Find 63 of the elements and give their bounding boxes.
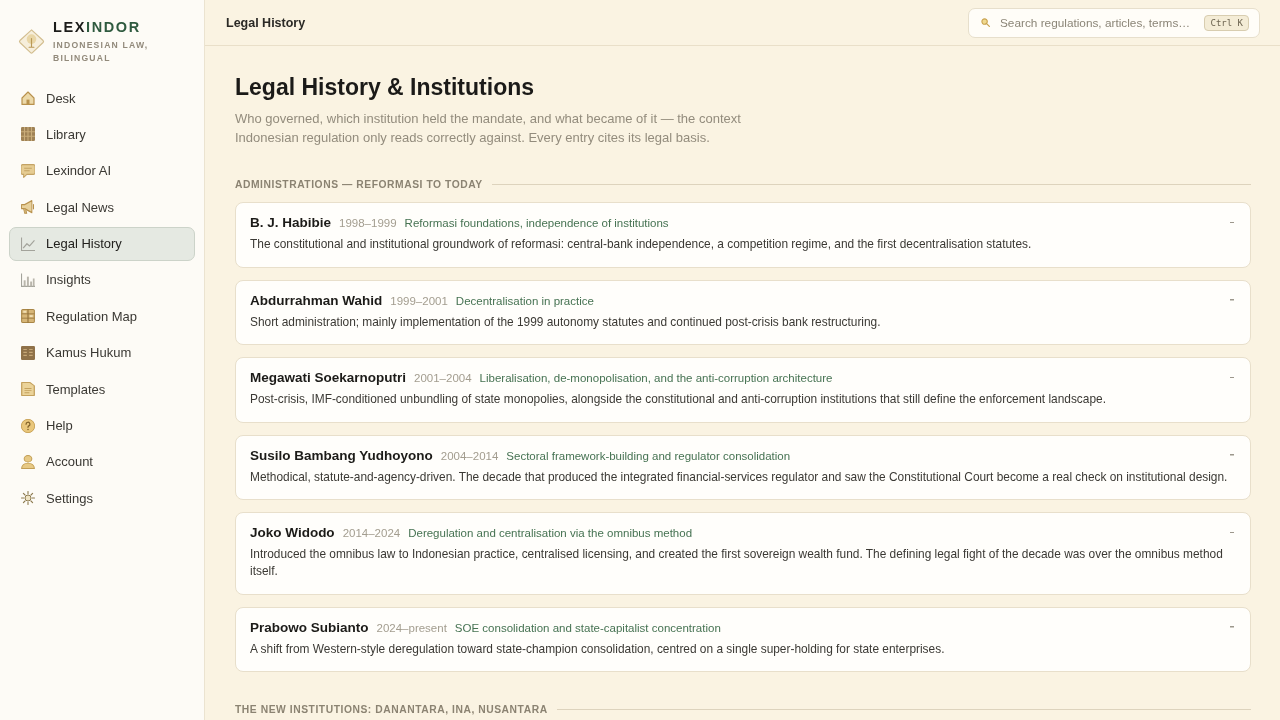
president-name: Abdurrahman Wahid: [250, 292, 383, 308]
sidebar-item[interactable]: Legal History: [9, 226, 195, 261]
administration-summary: Post-crisis, IMF-conditioned unbundling of state monopolies, alongside the constitutional and anti-corruption institutions that still define the enforcement landscape.: [250, 391, 1107, 408]
president-name: Prabowo Subianto: [250, 619, 369, 635]
dash-icon: [1230, 626, 1234, 628]
year-range: 2004–2014: [440, 449, 499, 462]
brand-tagline: INDONESIAN LAW, BILINGUAL: [53, 38, 150, 65]
sidebar-item[interactable]: Kamus Hukum: [9, 335, 195, 370]
sidebar-item[interactable]: Account: [9, 444, 195, 479]
administration-theme: Sectoral framework-building and regulator consolidation: [506, 449, 792, 462]
president-name: Joko Widodo: [250, 525, 335, 540]
person-icon: [21, 454, 35, 469]
sidebar-item[interactable]: Lexindor AI: [9, 153, 195, 188]
dictionary-icon: [21, 345, 35, 360]
settings-icon: [21, 491, 35, 506]
president-name: Megawati Soekarnoputri: [250, 370, 407, 385]
administration-summary: The constitutional and institutional groundwork of reformasi: central-bank independence, a competition regime, and the first decentralisation statutes.: [250, 236, 1033, 253]
dash-icon: [1230, 454, 1234, 456]
dash-icon: [1230, 221, 1234, 224]
sidebar-item[interactable]: Legal News: [9, 190, 195, 225]
sidebar-item[interactable]: Regulation Map: [9, 299, 195, 334]
dash-icon: [1230, 376, 1234, 379]
administration-theme: Decentralisation in practice: [455, 294, 595, 307]
grid-map-icon: [21, 309, 35, 324]
sidebar-item[interactable]: Templates: [9, 372, 195, 407]
line-chart-icon: [21, 236, 35, 251]
president-name: B. J. Habibie: [250, 215, 332, 230]
administration-theme: Reformasi foundations, independence of institutions: [404, 217, 670, 229]
megaphone-icon: [21, 200, 35, 215]
section-heading: THE NEW INSTITUTIONS: DANANTARA, INA, NUSANTARA: [235, 704, 548, 715]
president-name: Susilo Bambang Yudhoyono: [250, 447, 433, 463]
sidebar-item[interactable]: Help: [9, 408, 195, 443]
bookshelf-icon: [21, 127, 35, 142]
brand-name: LEX INDOR: [53, 18, 142, 35]
year-range: 2014–2024: [342, 527, 401, 539]
document-icon: [21, 382, 35, 397]
search-icon: [981, 18, 990, 27]
dash-icon: [1230, 531, 1234, 534]
year-range: 1999–2001: [390, 294, 448, 307]
administration-summary: Methodical, statute-and-agency-driven. The decade that produced the integrated financial-services regulator and saw the Constitutional Court become a real check on institutional design.: [250, 468, 1229, 486]
section-heading: ADMINISTRATIONS — REFORMASI TO TODAY: [235, 179, 483, 190]
sidebar-item[interactable]: Insights: [9, 262, 195, 297]
administration-summary: A shift from Western-style deregulation toward state-champion consolidation, centred on a single super-holding for state enterprises.: [250, 640, 946, 658]
administration-summary: Short administration; mainly implementation of the 1999 autonomy statutes and continued post-crisis bank restructuring.: [250, 313, 882, 331]
bar-chart-icon: [21, 272, 35, 287]
administration-theme: Deregulation and centralisation via the omnibus method: [408, 527, 694, 539]
page-intro: Who governed, which institution held the mandate, and what became of it — the context Indonesian regulation only reads correctly against. Every entry cites its legal basis.: [235, 110, 742, 147]
administration-theme: Liberalisation, de-monopolisation, and the anti-corruption architecture: [479, 372, 834, 384]
administration-summary: Introduced the omnibus law to Indonesian practice, centralised licensing, and created the first sovereign wealth fund. The defining legal fight of the decade was over the omnibus method itself.: [250, 546, 1224, 580]
diamond-tree-logo-icon: [18, 28, 45, 55]
sidebar-item[interactable]: Settings: [9, 481, 195, 516]
speech-bubble-icon: [21, 163, 35, 178]
year-range: 2001–2004: [414, 372, 472, 384]
page-breadcrumb-title: Legal History: [226, 15, 306, 30]
administration-theme: SOE consolidation and state-capitalist concentration: [454, 621, 722, 634]
sidebar-item[interactable]: Desk: [9, 81, 195, 115]
year-range: 2024–present: [376, 621, 447, 634]
help-icon: [21, 418, 35, 433]
dash-icon: [1230, 299, 1234, 301]
house-icon: [21, 91, 35, 105]
page-title: Legal History & Institutions: [235, 73, 536, 101]
year-range: 1998–1999: [339, 217, 397, 229]
sidebar-item[interactable]: Library: [9, 117, 195, 152]
